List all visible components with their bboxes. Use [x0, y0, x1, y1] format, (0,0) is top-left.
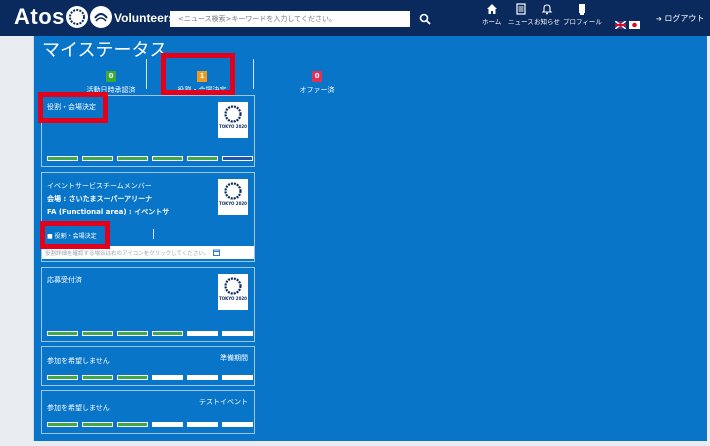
- status-card-test-event[interactable]: 参加を希望しません テストイベント: [41, 390, 255, 434]
- card-title: 参加を希望しません: [47, 404, 110, 412]
- progress-step: [82, 375, 113, 380]
- divider: [153, 229, 154, 239]
- progress-step: [117, 331, 148, 336]
- progress-step: [47, 422, 78, 427]
- nav-home-label: ホーム: [482, 18, 502, 26]
- divider: [253, 59, 254, 89]
- volunteers-title: Volunteers: [114, 11, 176, 25]
- nav-news[interactable]: ニュース: [508, 3, 534, 26]
- nav-profile[interactable]: プロフィール: [563, 3, 602, 26]
- japan-flag-icon[interactable]: [629, 14, 640, 29]
- progress-step: [47, 375, 78, 380]
- olympic-emblem-icon: [66, 6, 88, 28]
- status-card-preparation[interactable]: 参加を希望しません 準備期間: [41, 346, 255, 386]
- logout-label: ログアウト: [664, 14, 705, 23]
- logo-text: TOKYO 2020: [219, 296, 247, 301]
- progress-step: [152, 156, 183, 161]
- card-title: 参加を希望しません: [47, 357, 110, 365]
- paralympic-emblem-icon: [90, 6, 112, 28]
- stat-count-badge: 0: [312, 71, 322, 82]
- nav-notices[interactable]: お知らせ: [534, 3, 560, 26]
- progress-step: [187, 375, 218, 380]
- progress-bars: [47, 156, 253, 161]
- card-title: 応募受付済: [47, 276, 82, 284]
- progress-bars: [47, 331, 253, 336]
- progress-step: [222, 156, 253, 161]
- progress-step: [117, 156, 148, 161]
- progress-step: [82, 156, 113, 161]
- nav-home[interactable]: ホーム: [482, 3, 501, 26]
- progress-step: [187, 156, 218, 161]
- progress-step: [152, 422, 183, 427]
- home-icon: [486, 4, 497, 14]
- profile-icon: [579, 4, 586, 15]
- logo-text: TOKYO 2020: [219, 124, 247, 129]
- progress-step: [222, 331, 253, 336]
- progress-step: [187, 422, 218, 427]
- logout-icon: ➔: [656, 15, 662, 23]
- venue-text: 会場 : さいたまスーパーアリーナ: [47, 195, 153, 203]
- calendar-icon[interactable]: [213, 249, 220, 256]
- tokyo2020-olympic-logo: TOKYO 2020: [218, 102, 248, 138]
- nav-news-label: ニュース: [508, 18, 534, 26]
- progress-step: [222, 375, 253, 380]
- highlight-box: [40, 221, 110, 249]
- divider: [146, 59, 147, 89]
- stat-activity-approved[interactable]: 0 活動日時承認済: [76, 63, 146, 95]
- highlight-box: [38, 92, 108, 123]
- progress-step: [117, 375, 148, 380]
- card-period-label: 準備期間: [220, 354, 248, 362]
- bell-icon: [541, 4, 553, 15]
- stat-count-badge: 0: [106, 71, 116, 82]
- tokyo2020-paralympic-logo: TOKYO 2020: [218, 274, 248, 310]
- highlight-box: [161, 53, 235, 95]
- stat-label: オファー済: [299, 86, 335, 94]
- search-icon[interactable]: [419, 10, 431, 29]
- news-icon: [516, 3, 526, 15]
- search-input[interactable]: [170, 11, 410, 27]
- progress-step: [222, 422, 253, 427]
- status-card-application-received[interactable]: 応募受付済 TOKYO 2020: [41, 267, 255, 342]
- progress-bars: [47, 375, 253, 380]
- logout-link[interactable]: ➔ ログアウト: [656, 13, 704, 24]
- progress-step: [152, 331, 183, 336]
- nav-notices-label: お知らせ: [534, 18, 560, 26]
- uk-flag-icon[interactable]: [614, 14, 627, 30]
- progress-step: [82, 331, 113, 336]
- progress-step: [117, 422, 148, 427]
- my-status-panel: マイステータス 0 活動日時承認済 1 役割・会場決定 0 オファー済 役割・会…: [33, 36, 707, 441]
- progress-bars: [47, 422, 253, 427]
- logo-text: TOKYO 2020: [219, 201, 247, 206]
- card-period-label: テストイベント: [199, 398, 248, 406]
- top-navigation-bar: Atos Volunteers ホーム ニュース お知らせ プロフィール ➔ ロ…: [0, 0, 710, 36]
- page-title: マイステータス: [42, 40, 168, 61]
- progress-step: [82, 422, 113, 427]
- tokyo2020-olympic-logo: TOKYO 2020: [218, 179, 248, 215]
- stat-offered[interactable]: 0 オファー済: [287, 63, 347, 95]
- atos-logo[interactable]: Atos: [14, 4, 65, 30]
- progress-step: [47, 331, 78, 336]
- progress-step: [187, 331, 218, 336]
- role-name: イベントサービスチームメンバー: [47, 182, 152, 190]
- nav-profile-label: プロフィール: [563, 18, 602, 26]
- note-text: 役割詳細を確認する場合は右のアイコンをクリックしてください。: [45, 251, 210, 257]
- progress-step: [47, 156, 78, 161]
- progress-step: [152, 375, 183, 380]
- functional-area-text: FA (Functional area) : イベントサ: [47, 208, 170, 216]
